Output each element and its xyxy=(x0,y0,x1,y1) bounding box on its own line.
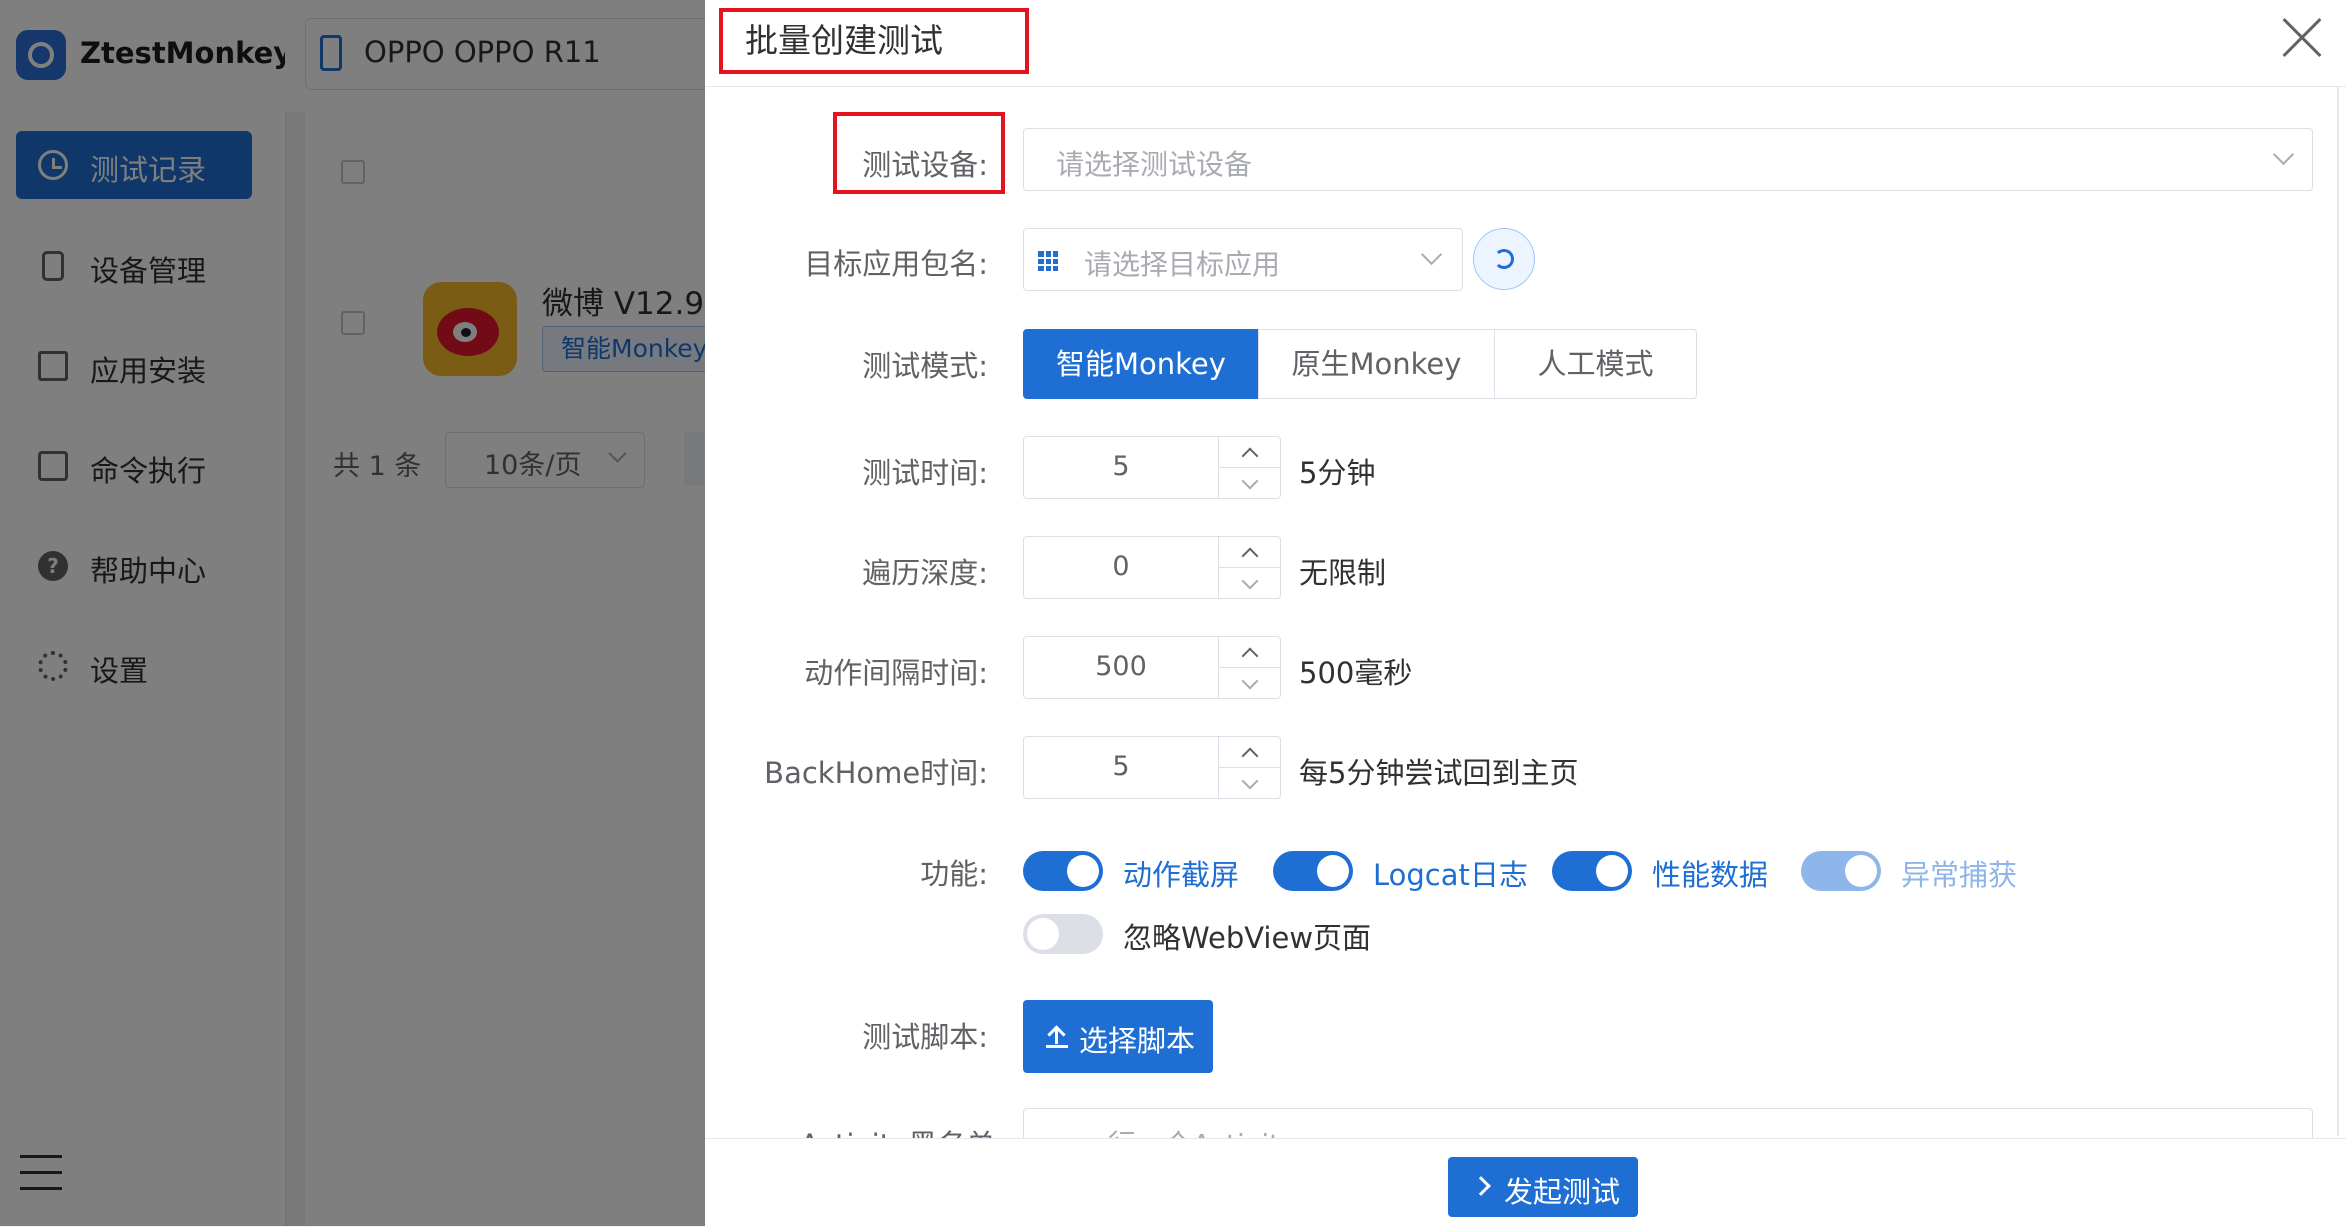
device-select-placeholder: 请选择测试设备 xyxy=(1056,148,1253,181)
depth-value: 0 xyxy=(1112,551,1130,582)
activity-label: Activity黑名单: xyxy=(800,1122,1005,1138)
interval-stepper[interactable]: 500 xyxy=(1023,636,1281,699)
refresh-icon xyxy=(1494,249,1514,269)
depth-stepper[interactable]: 0 xyxy=(1023,536,1281,599)
package-label: 目标应用包名: xyxy=(804,247,988,281)
interval-label: 动作间隔时间: xyxy=(804,656,988,690)
ignore-webview-switch[interactable] xyxy=(1023,914,1103,954)
refresh-apps-button[interactable] xyxy=(1473,228,1535,290)
duration-value: 5 xyxy=(1112,451,1130,482)
start-test-button[interactable]: 发起测试 xyxy=(1448,1157,1638,1217)
title-highlight-box xyxy=(719,8,1029,74)
duration-label: 测试时间: xyxy=(862,456,988,490)
close-icon[interactable] xyxy=(2280,16,2324,60)
upload-icon xyxy=(1046,1024,1068,1048)
screenshot-switch[interactable] xyxy=(1023,851,1103,891)
backhome-label: BackHome时间: xyxy=(764,756,988,790)
decrease-icon[interactable] xyxy=(1241,572,1259,590)
increase-icon[interactable] xyxy=(1241,447,1259,465)
ignore-webview-switch-label: 忽略WebView页面 xyxy=(1123,921,1372,955)
mode-option-native-monkey[interactable]: 原生Monkey xyxy=(1258,329,1495,399)
device-select[interactable]: 请选择测试设备 xyxy=(1023,128,2313,191)
logcat-switch[interactable] xyxy=(1273,851,1353,891)
label-highlight-box xyxy=(833,112,1005,194)
duration-stepper[interactable]: 5 xyxy=(1023,436,1281,499)
script-label: 测试脚本: xyxy=(862,1020,988,1054)
decrease-icon[interactable] xyxy=(1241,772,1259,790)
increase-icon[interactable] xyxy=(1241,547,1259,565)
drawer-footer: 发起测试 xyxy=(705,1138,2346,1227)
features-label: 功能: xyxy=(920,857,988,891)
package-select-placeholder: 请选择目标应用 xyxy=(1084,248,1281,281)
mode-option-smart-monkey[interactable]: 智能Monkey xyxy=(1023,329,1259,399)
mode-label: 测试模式: xyxy=(862,349,988,383)
increase-icon[interactable] xyxy=(1241,747,1259,765)
batch-create-drawer: 批量创建测试 测试设备: 请选择测试设备 目标应用包名: 请选择目标应用 测试模… xyxy=(705,0,2346,1227)
exception-switch-label: 异常捕获 xyxy=(1901,858,2018,892)
backhome-hint: 每5分钟尝试回到主页 xyxy=(1299,756,1579,790)
package-select[interactable]: 请选择目标应用 xyxy=(1023,228,1463,291)
exception-switch xyxy=(1801,851,1881,891)
activity-blacklist-input[interactable]: 一行一个Activity xyxy=(1023,1108,2313,1138)
chevron-down-icon xyxy=(1420,243,1443,266)
performance-switch[interactable] xyxy=(1552,851,1632,891)
decrease-icon[interactable] xyxy=(1241,672,1259,690)
interval-hint: 500毫秒 xyxy=(1299,656,1413,690)
depth-hint: 无限制 xyxy=(1299,556,1387,590)
backhome-stepper[interactable]: 5 xyxy=(1023,736,1281,799)
grid-icon xyxy=(1038,251,1058,271)
interval-value: 500 xyxy=(1095,651,1147,682)
logcat-switch-label: Logcat日志 xyxy=(1373,858,1528,892)
depth-label: 遍历深度: xyxy=(862,556,988,590)
select-script-label: 选择脚本 xyxy=(1079,1024,1196,1058)
activity-label-container: Activity黑名单: xyxy=(705,1118,1005,1138)
duration-hint: 5分钟 xyxy=(1299,456,1376,490)
activity-input-placeholder: 一行一个Activity xyxy=(1080,1123,1297,1138)
increase-icon[interactable] xyxy=(1241,647,1259,665)
mode-option-manual[interactable]: 人工模式 xyxy=(1494,329,1697,399)
backhome-value: 5 xyxy=(1112,751,1130,782)
select-script-button[interactable]: 选择脚本 xyxy=(1023,1000,1213,1073)
start-test-label: 发起测试 xyxy=(1504,1175,1621,1209)
screenshot-switch-label: 动作截屏 xyxy=(1123,858,1240,892)
scrollbar-track[interactable] xyxy=(2337,86,2339,1136)
decrease-icon[interactable] xyxy=(1241,472,1259,490)
drawer-header-divider xyxy=(705,86,2346,87)
chevron-down-icon xyxy=(2272,143,2295,166)
chevron-right-icon xyxy=(1471,1176,1491,1196)
performance-switch-label: 性能数据 xyxy=(1652,858,1769,892)
